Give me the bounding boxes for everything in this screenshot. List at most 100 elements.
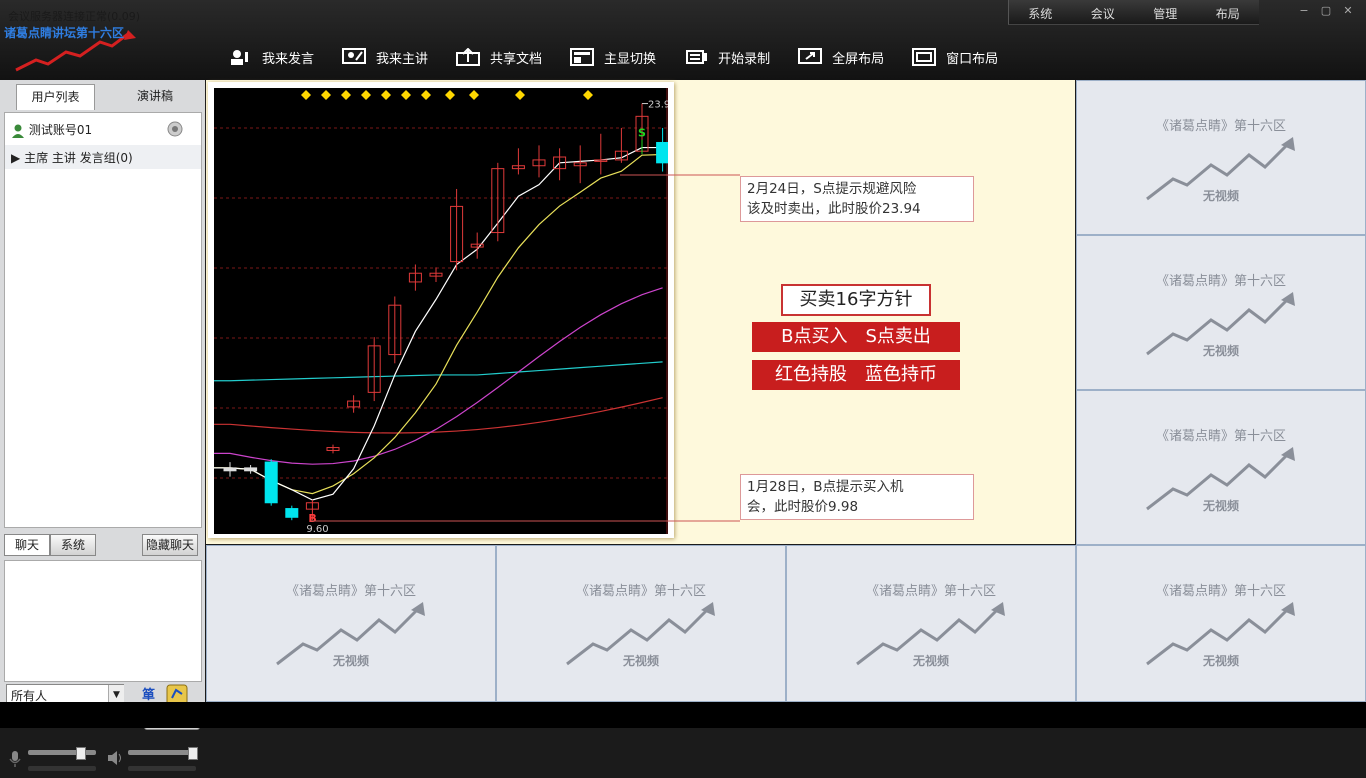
hide-chat-button[interactable]: 隐藏聊天: [142, 534, 198, 556]
speaker-volume-slider[interactable]: [128, 750, 196, 755]
callout-buy-line1: 1月28日，B点提示买入机: [747, 479, 904, 495]
sell-signal-marker: S: [638, 127, 646, 140]
maximize-icon[interactable]: ▢: [1318, 4, 1334, 18]
user-icon: [12, 124, 24, 138]
no-video-label: 无视频: [1202, 189, 1239, 203]
moving-average-ma10: [214, 153, 663, 495]
speaker-slider-handle[interactable]: [188, 747, 198, 760]
mic-level-meter: [28, 766, 96, 771]
window-controls: − ▢ ✕: [1296, 4, 1362, 20]
fullscreen-layout-button[interactable]: 全屏布局: [798, 44, 884, 70]
minimize-icon[interactable]: −: [1296, 4, 1312, 18]
candle-body: [244, 467, 258, 472]
mic-slider-handle[interactable]: [76, 747, 86, 760]
display-switch-button[interactable]: 主显切换: [570, 44, 656, 70]
no-video-label: 无视频: [912, 654, 949, 668]
video-cell[interactable]: 《诸葛点睛》第十六区 无视频: [206, 545, 496, 702]
video-cell[interactable]: 《诸葛点睛》第十六区 无视频: [1076, 545, 1366, 702]
signal-diamond-icon: [421, 90, 431, 100]
candle-body: [223, 467, 237, 472]
chart-high-label: 23.94: [648, 100, 668, 111]
moving-average-ma60: [214, 361, 663, 382]
speaker-level-meter: [128, 766, 196, 771]
present-label: 我来主讲: [376, 51, 429, 67]
no-video-label: 无视频: [622, 654, 659, 668]
signal-diamond-icon: [361, 90, 371, 100]
stock-candlestick-chart: 23.94 9.60 S B: [214, 88, 668, 534]
callout-sell-line2: 该及时卖出，此时股价23.94: [747, 201, 921, 217]
motto-line-2: 红色持股 蓝色持币: [752, 360, 960, 390]
display-switch-icon: [570, 48, 595, 66]
signal-diamond-icon: [381, 90, 391, 100]
left-panel: 用户列表 演讲稿 测试账号01 ▶ 主席 主讲 发言组(0) 聊天 系统 隐藏聊…: [0, 80, 205, 771]
share-doc-label: 共享文档: [490, 51, 543, 67]
record-button[interactable]: 开始录制: [684, 44, 770, 70]
record-label: 开始录制: [718, 51, 771, 67]
no-video-label: 无视频: [1202, 344, 1239, 358]
signal-diamond-icon: [469, 90, 479, 100]
share-doc-button[interactable]: 共享文档: [456, 44, 542, 70]
no-video-label: 无视频: [1202, 499, 1239, 513]
tab-lecture-notes[interactable]: 演讲稿: [109, 84, 201, 109]
speaker-icon: [231, 50, 248, 65]
signal-diamond-icon: [401, 90, 411, 100]
tab-chat[interactable]: 聊天: [4, 534, 50, 556]
signal-diamond-icon: [445, 90, 455, 100]
menu-manage[interactable]: 管理: [1134, 0, 1197, 24]
chart-frame: 23.94 9.60 S B: [208, 82, 674, 538]
video-cell-title: 《诸葛点睛》第十六区: [1155, 119, 1286, 134]
presenter-icon: [342, 48, 367, 64]
video-cell[interactable]: 《诸葛点睛》第十六区 无视频: [786, 545, 1076, 702]
signal-diamond-icon: [515, 90, 525, 100]
window-layout-button[interactable]: 窗口布局: [912, 44, 998, 70]
callout-buy: 1月28日，B点提示买入机 会，此时股价9.98: [740, 474, 974, 520]
camera-icon[interactable]: [167, 121, 183, 137]
display-switch-label: 主显切换: [604, 51, 657, 67]
video-cell[interactable]: 《诸葛点睛》第十六区 无视频: [496, 545, 786, 702]
chat-messages: [4, 560, 202, 682]
candle-body: [285, 508, 299, 518]
candle-body: [656, 141, 668, 164]
menu-meeting[interactable]: 会议: [1072, 0, 1135, 24]
group-label: 主席 主讲 发言组(0): [24, 151, 133, 165]
speak-button[interactable]: 我来发言: [228, 44, 314, 70]
menu-system[interactable]: 系统: [1009, 0, 1072, 24]
video-cell-title: 《诸葛点睛》第十六区: [575, 584, 706, 599]
speaker-volume-icon[interactable]: [106, 750, 124, 766]
motto-line-1: B点买入 S点卖出: [752, 322, 960, 352]
signal-diamond-icon: [301, 90, 311, 100]
tab-user-list[interactable]: 用户列表: [16, 84, 95, 110]
video-cell[interactable]: 《诸葛点睛》第十六区 无视频: [1076, 390, 1366, 545]
no-video-label: 无视频: [332, 654, 369, 668]
callout-sell-line1: 2月24日，S点提示规避风险: [747, 181, 917, 197]
candle-body: [264, 461, 278, 504]
status-text: 会议服务器连接正常(0.09): [8, 10, 141, 23]
video-cell[interactable]: 《诸葛点睛》第十六区 无视频: [1076, 235, 1366, 390]
video-cell-title: 《诸葛点睛》第十六区: [865, 584, 996, 599]
user-row[interactable]: 测试账号01: [11, 121, 92, 138]
signal-diamond-icon: [321, 90, 331, 100]
no-video-label: 无视频: [1202, 654, 1239, 668]
tab-system[interactable]: 系统: [50, 534, 96, 556]
fullscreen-layout-label: 全屏布局: [832, 51, 885, 67]
app-logo-text: 诸葛点睛讲坛第十六区: [4, 26, 125, 40]
callout-sell: 2月24日，S点提示规避风险 该及时卖出，此时股价23.94: [740, 176, 974, 222]
motto-title: 买卖16字方针: [781, 284, 931, 316]
user-name: 测试账号01: [28, 123, 93, 137]
close-icon[interactable]: ✕: [1340, 4, 1356, 18]
menu-layout[interactable]: 布局: [1197, 0, 1260, 24]
moving-average-ma20: [214, 287, 663, 465]
video-cell-title: 《诸葛点睛》第十六区: [1155, 584, 1286, 599]
microphone-icon[interactable]: [8, 750, 22, 768]
window-layout-icon: [912, 48, 937, 66]
toolbar: 我来发言 我来主讲 共享文档 主显切换 开始录制 全屏布局 窗口布局: [228, 44, 1026, 70]
user-list: 测试账号01 ▶ 主席 主讲 发言组(0): [4, 112, 202, 528]
main-menu: 系统 会议 管理 布局: [1008, 0, 1259, 25]
share-doc-icon: [456, 48, 481, 66]
font-icon[interactable]: 箪: [142, 684, 155, 703]
video-cell[interactable]: 《诸葛点睛》第十六区 无视频: [1076, 80, 1366, 235]
present-button[interactable]: 我来主讲: [342, 44, 428, 70]
signal-diamond-icon: [583, 90, 593, 100]
group-row[interactable]: ▶ 主席 主讲 发言组(0): [11, 149, 133, 166]
fullscreen-icon: [798, 48, 823, 64]
